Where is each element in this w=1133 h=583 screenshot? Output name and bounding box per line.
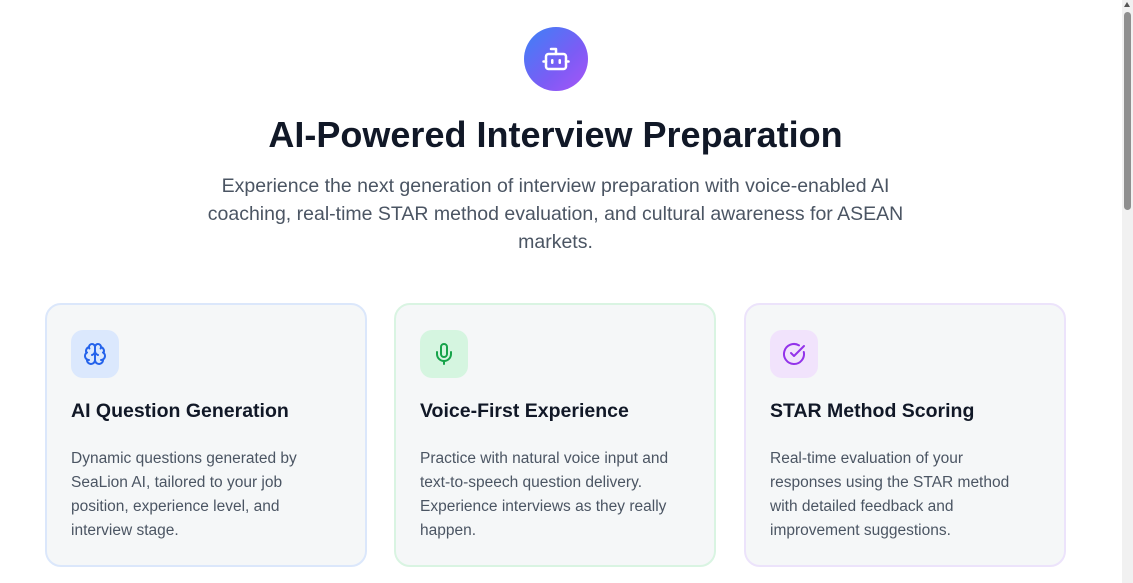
scrollbar-thumb[interactable] (1124, 12, 1131, 210)
page-subtitle: Experience the next generation of interv… (207, 175, 904, 253)
feature-card-star: STAR Method Scoring Real-time evaluation… (744, 303, 1066, 567)
feature-description: Dynamic questions generated by SeaLion A… (71, 450, 297, 539)
landing-page: AI-Powered Interview Preparation Experie… (0, 0, 1133, 583)
feature-description: Real-time evaluation of your responses u… (770, 450, 1010, 539)
feature-card-voice: Voice-First Experience Practice with nat… (394, 303, 716, 567)
feature-description: Practice with natural voice input and te… (420, 450, 669, 539)
microphone-icon (420, 330, 468, 378)
scroll-up-arrow-icon[interactable] (1124, 2, 1130, 7)
feature-title: AI Question Generation (71, 400, 289, 422)
feature-title: Voice-First Experience (420, 400, 629, 422)
feature-card-ai-questions: AI Question Generation Dynamic questions… (45, 303, 367, 567)
feature-title: STAR Method Scoring (770, 400, 975, 422)
page-title: AI-Powered Interview Preparation (268, 114, 843, 155)
check-circle-icon (770, 330, 818, 378)
bot-icon (524, 27, 588, 91)
vertical-scrollbar[interactable] (1122, 0, 1133, 583)
brain-icon (71, 330, 119, 378)
